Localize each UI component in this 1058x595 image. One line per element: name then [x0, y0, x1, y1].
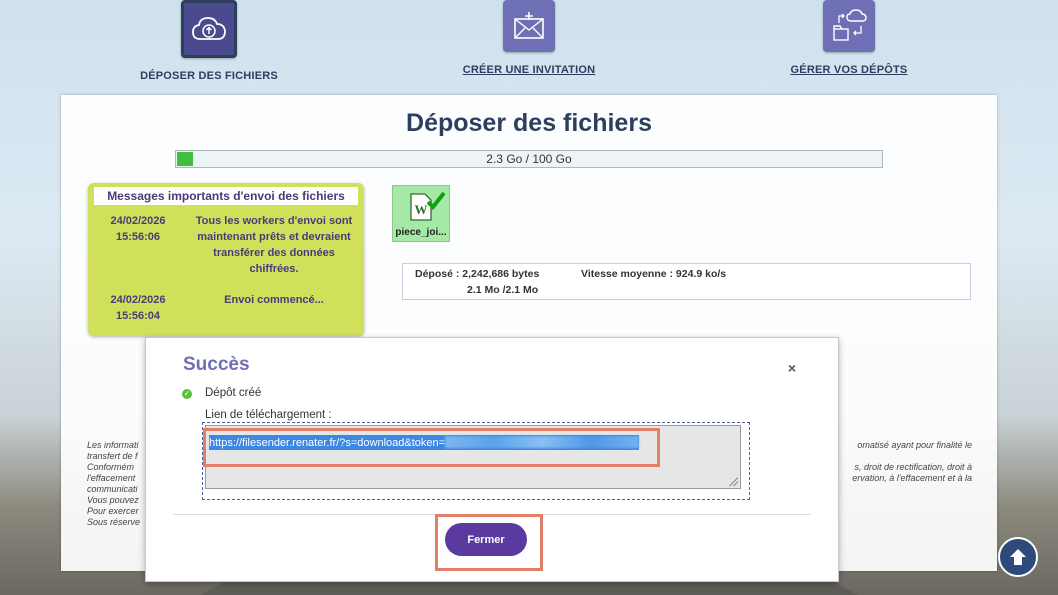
nav-invitation[interactable]: CRÉER UNE INVITATION — [448, 0, 610, 76]
success-dialog: Succès × ✓ Dépôt créé Lien de télécharge… — [145, 337, 839, 582]
page-title: Déposer des fichiers — [406, 109, 652, 137]
highlight-link — [203, 428, 660, 467]
message-date: 24/02/2026 — [110, 215, 166, 227]
top-nav: DÉPOSER DES FICHIERS CRÉER UNE INVITATIO… — [0, 0, 1058, 90]
legal-text-left: Les informati transfert de f Conformém l… — [87, 440, 141, 527]
message-date: 24/02/2026 — [110, 294, 166, 306]
message-time: 15:56:04 — [115, 310, 161, 322]
average-speed: Vitesse moyenne : 924.9 ko/s — [581, 268, 727, 280]
deposited-bytes: Déposé : 2,242,686 bytes — [415, 268, 540, 280]
arrow-up-icon — [1010, 549, 1026, 565]
file-name: piece_joi... — [395, 227, 447, 238]
quota-bar: 2.3 Go / 100 Go — [175, 150, 883, 168]
dialog-status: Dépôt créé — [205, 387, 262, 399]
scroll-top-button[interactable] — [998, 537, 1038, 577]
svg-text:W: W — [415, 202, 428, 217]
deposited-size: 2.1 Mo /2.1 Mo — [467, 284, 539, 296]
message-text: Envoi commencé... — [224, 294, 324, 306]
nav-label[interactable]: GÉRER VOS DÉPÔTS — [768, 64, 930, 76]
check-circle-icon: ✓ — [182, 389, 192, 399]
messages-title: Messages importants d'envoi des fichiers — [94, 187, 358, 205]
messages-box: Messages importants d'envoi des fichiers… — [88, 183, 364, 336]
message-text: Tous les workers d'envoi sont maintenant… — [195, 215, 353, 275]
nav-label[interactable]: CRÉER UNE INVITATION — [448, 64, 610, 76]
nav-gerer[interactable]: GÉRER VOS DÉPÔTS — [768, 0, 930, 76]
download-link-label: Lien de téléchargement : — [205, 409, 332, 421]
fermer-button[interactable]: Fermer — [445, 523, 527, 556]
message-time: 15:56:06 — [115, 231, 161, 243]
legal-text-right: omatisé ayant pour finalité le s, droit … — [852, 440, 972, 483]
dialog-title: Succès — [183, 354, 250, 375]
manage-transfers-icon[interactable] — [823, 0, 875, 52]
resize-handle-icon[interactable] — [728, 476, 738, 486]
file-tile[interactable]: W piece_joi... — [392, 185, 450, 242]
cloud-upload-icon[interactable] — [181, 0, 237, 58]
word-document-icon: W — [410, 192, 446, 221]
nav-label: DÉPOSER DES FICHIERS — [140, 70, 278, 82]
close-icon[interactable]: × — [788, 360, 796, 376]
transfer-stats: Déposé : 2,242,686 bytes 2.1 Mo /2.1 Mo … — [402, 263, 971, 300]
quota-text: 2.3 Go / 100 Go — [486, 152, 572, 166]
nav-deposer[interactable]: DÉPOSER DES FICHIERS — [128, 0, 290, 82]
envelope-plus-icon[interactable] — [503, 0, 555, 52]
